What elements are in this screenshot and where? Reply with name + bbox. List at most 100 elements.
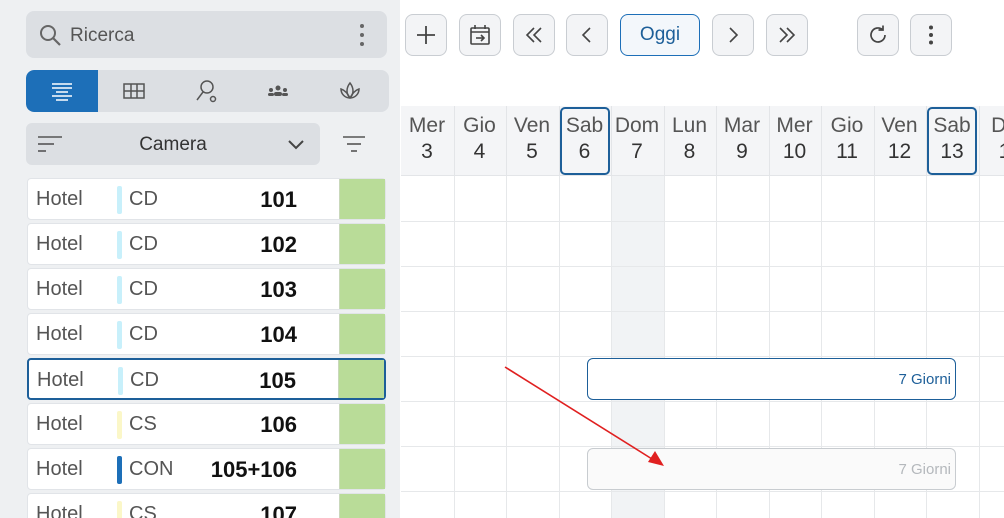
fast-forward-button[interactable] [766, 14, 808, 56]
day-date: 9 [736, 140, 748, 163]
room-row[interactable]: Hotel CON 105+106 [27, 448, 386, 490]
calendar-arrow-icon [470, 25, 490, 45]
day-name: Ven [513, 114, 551, 137]
grid-horizontal-line [401, 446, 1004, 447]
group-by-select[interactable]: Camera [26, 123, 320, 165]
room-row[interactable]: Hotel CD 101 [27, 178, 386, 220]
room-row[interactable]: Hotel CS 106 [27, 403, 386, 445]
chevron-right-icon [729, 27, 739, 43]
room-type-color [117, 501, 122, 518]
day-date: 7 [631, 140, 643, 163]
add-button[interactable] [405, 14, 447, 56]
room-type-color [117, 231, 122, 259]
availability-cell[interactable] [339, 179, 385, 219]
room-number: 106 [260, 412, 297, 437]
room-number: 105+106 [210, 457, 297, 482]
booking-duration: 7 Giorni [898, 370, 951, 388]
more-vertical-icon [929, 25, 933, 45]
room-type: CS [129, 503, 157, 518]
room-number: 104 [260, 322, 297, 347]
room-type: CD [129, 188, 158, 210]
grid-vertical-line [506, 176, 507, 518]
room-row[interactable]: Hotel CD 103 [27, 268, 386, 310]
day-name: Do [991, 114, 1004, 137]
day-header: Mer 10 [769, 106, 821, 164]
grid-vertical-line [558, 176, 560, 518]
tab-wellness[interactable] [314, 70, 386, 112]
calendar-grid: Mer 3 Gio 4 Ven 5 Sab 6 Dom 7 Lun 8 Mar 9 Mer 10 Gio 11 Ve… [401, 70, 1004, 518]
booking-duration: 7 Giorni [898, 460, 951, 478]
tab-key-search[interactable] [170, 70, 242, 112]
double-chevron-left-icon [525, 27, 542, 43]
day-name: Lun [671, 114, 708, 137]
room-type: CON [129, 458, 174, 480]
availability-cell[interactable] [339, 449, 385, 489]
next-button[interactable] [712, 14, 754, 56]
room-row[interactable]: Hotel CD 102 [27, 223, 386, 265]
goto-date-button[interactable] [459, 14, 501, 56]
chevron-left-icon [581, 27, 591, 43]
hotel-name: Hotel [36, 458, 83, 480]
day-date: 8 [683, 140, 696, 163]
group-by-label: Camera [139, 134, 207, 155]
hotel-name: Hotel [36, 323, 83, 345]
hotel-name: Hotel [36, 233, 83, 255]
grid-horizontal-line [401, 356, 1004, 357]
availability-cell[interactable] [339, 314, 385, 354]
hotel-name: Hotel [36, 278, 83, 300]
grid-horizontal-line [401, 491, 1004, 492]
refresh-button[interactable] [857, 14, 899, 56]
previous-button[interactable] [566, 14, 608, 56]
today-label: Oggi [639, 24, 681, 45]
availability-cell[interactable] [339, 224, 385, 264]
filter-icon[interactable] [343, 135, 365, 153]
day-header: Ven 12 [874, 106, 926, 164]
room-type-color [117, 456, 122, 484]
room-type: CD [129, 233, 158, 255]
room-number: 103 [260, 277, 297, 302]
availability-cell[interactable] [339, 269, 385, 309]
room-row[interactable]: Hotel CD 104 [27, 313, 386, 355]
day-date: 11 [836, 140, 858, 163]
tab-list[interactable] [26, 70, 98, 112]
room-type-color [117, 276, 122, 304]
room-type: CD [129, 278, 158, 300]
rewind-button[interactable] [513, 14, 555, 56]
saturday-highlight [559, 107, 610, 175]
room-number: 101 [260, 187, 297, 212]
day-date: 5 [526, 140, 538, 163]
today-button[interactable]: Oggi [620, 14, 700, 56]
hotel-name: Hotel [36, 188, 83, 210]
view-tabs [26, 70, 389, 112]
day-header: Gio 4 [454, 106, 506, 164]
hotel-name: Hotel [36, 503, 83, 518]
room-type-color [118, 367, 123, 395]
more-vertical-icon[interactable] [359, 23, 365, 47]
more-options-button[interactable] [910, 14, 952, 56]
key-search-icon [196, 80, 217, 103]
day-name: Ven [881, 114, 918, 137]
search-input[interactable]: Ricerca [26, 11, 387, 58]
room-type-color [117, 186, 122, 214]
availability-cell[interactable] [339, 404, 385, 444]
tab-guests[interactable] [242, 70, 314, 112]
double-chevron-right-icon [779, 27, 796, 43]
grid-horizontal-line [401, 221, 1004, 222]
availability-cell[interactable] [339, 494, 385, 518]
booking-bar[interactable]: 7 Giorni [587, 358, 956, 400]
day-header: Do 1 [979, 106, 1004, 164]
hotel-name: Hotel [36, 413, 83, 435]
grid-icon [123, 83, 145, 99]
day-name: Gio [463, 114, 496, 137]
booking-bar[interactable]: 7 Giorni [587, 448, 956, 490]
room-type-color [117, 321, 122, 349]
day-date: 1 [979, 140, 1004, 164]
grid-horizontal-line [401, 401, 1004, 402]
search-placeholder: Ricerca [70, 25, 135, 46]
availability-cell[interactable] [338, 360, 384, 398]
day-name: Gio [830, 114, 864, 137]
day-header: Mer 3 [401, 106, 453, 164]
tab-grid[interactable] [98, 70, 170, 112]
room-row[interactable]: Hotel CS 107 [27, 493, 386, 518]
room-row[interactable]: Hotel CD 105 [27, 358, 386, 400]
